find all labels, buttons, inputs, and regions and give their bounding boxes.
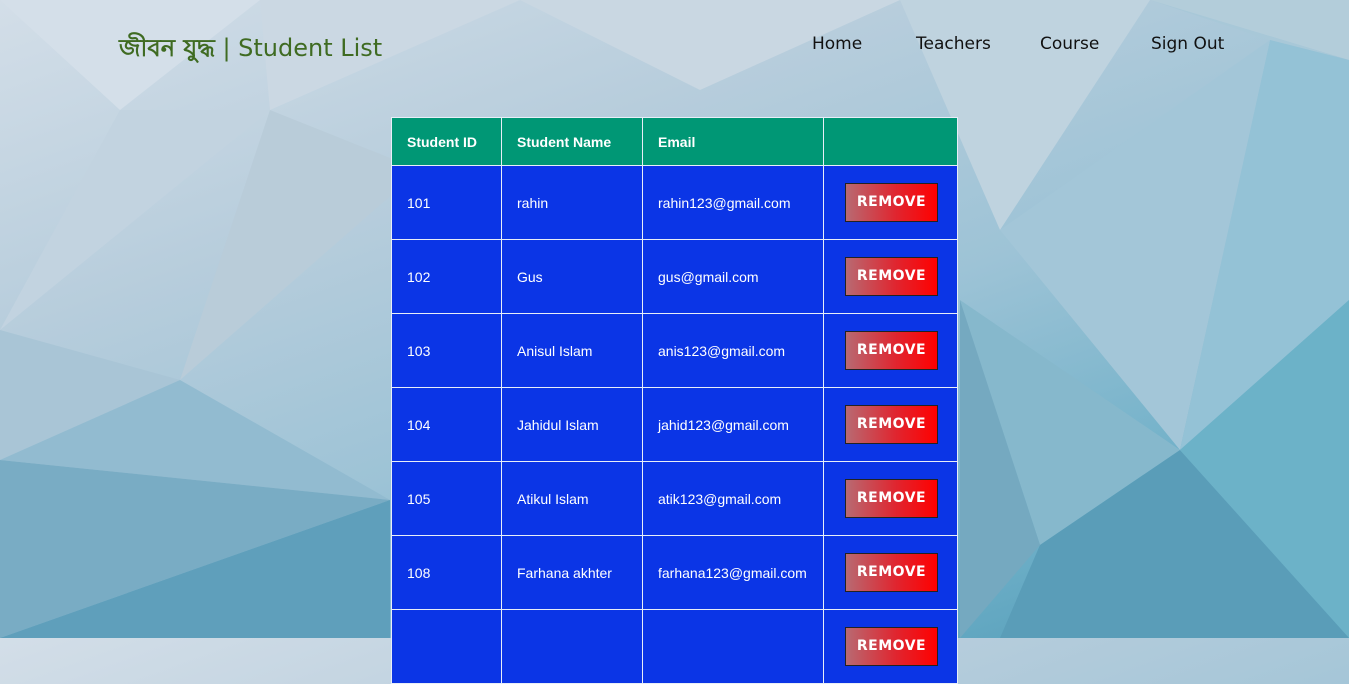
- remove-button[interactable]: REMOVE: [845, 553, 938, 592]
- student-name-cell: Farhana akhter: [501, 535, 643, 610]
- remove-button[interactable]: REMOVE: [845, 627, 938, 666]
- action-cell: REMOVE: [823, 165, 958, 240]
- student-email-cell: gus@gmail.com: [642, 239, 824, 314]
- table-row: 108 Farhana akhter farhana123@gmail.com …: [391, 535, 958, 610]
- student-name-cell: Jahidul Islam: [501, 387, 643, 462]
- nav-teachers-link[interactable]: Teachers: [916, 34, 991, 54]
- remove-button[interactable]: REMOVE: [845, 183, 938, 222]
- remove-button[interactable]: REMOVE: [845, 405, 938, 444]
- column-header-actions: [823, 117, 958, 166]
- student-id-cell: 103: [391, 313, 502, 388]
- action-cell: REMOVE: [823, 387, 958, 462]
- column-header-student-id: Student ID: [391, 117, 502, 166]
- remove-button[interactable]: REMOVE: [845, 331, 938, 370]
- action-cell: REMOVE: [823, 609, 958, 684]
- page-header: জীবন যুদ্ধ | Student List Home Teachers …: [0, 0, 1349, 90]
- student-id-cell: 105: [391, 461, 502, 536]
- top-nav: Home Teachers Course Sign Out: [0, 34, 1349, 58]
- nav-signout-link[interactable]: Sign Out: [1151, 34, 1224, 54]
- student-id-cell: 108: [391, 535, 502, 610]
- table-row: 102 Gus gus@gmail.com REMOVE: [391, 239, 958, 314]
- nav-course-link[interactable]: Course: [1040, 34, 1099, 54]
- student-email-cell: anis123@gmail.com: [642, 313, 824, 388]
- action-cell: REMOVE: [823, 239, 958, 314]
- table-row: 105 Atikul Islam atik123@gmail.com REMOV…: [391, 461, 958, 536]
- table-row: REMOVE: [391, 609, 958, 684]
- remove-button[interactable]: REMOVE: [845, 257, 938, 296]
- student-email-cell: atik123@gmail.com: [642, 461, 824, 536]
- table-row: 101 rahin rahin123@gmail.com REMOVE: [391, 165, 958, 240]
- student-id-cell: 104: [391, 387, 502, 462]
- table-header-row: Student ID Student Name Email: [391, 117, 958, 166]
- column-header-student-name: Student Name: [501, 117, 643, 166]
- student-id-cell: 101: [391, 165, 502, 240]
- nav-home-link[interactable]: Home: [812, 34, 862, 54]
- student-email-cell: rahin123@gmail.com: [642, 165, 824, 240]
- student-table: Student ID Student Name Email 101 rahin …: [391, 117, 958, 684]
- student-email-cell: farhana123@gmail.com: [642, 535, 824, 610]
- student-id-cell: 102: [391, 239, 502, 314]
- student-name-cell: Anisul Islam: [501, 313, 643, 388]
- action-cell: REMOVE: [823, 313, 958, 388]
- student-name-cell: Gus: [501, 239, 643, 314]
- remove-button[interactable]: REMOVE: [845, 479, 938, 518]
- column-header-email: Email: [642, 117, 824, 166]
- student-id-cell: [391, 609, 502, 684]
- student-name-cell: [501, 609, 643, 684]
- student-table-container: Student ID Student Name Email 101 rahin …: [391, 117, 958, 684]
- action-cell: REMOVE: [823, 535, 958, 610]
- student-email-cell: [642, 609, 824, 684]
- student-name-cell: rahin: [501, 165, 643, 240]
- student-name-cell: Atikul Islam: [501, 461, 643, 536]
- table-row: 103 Anisul Islam anis123@gmail.com REMOV…: [391, 313, 958, 388]
- student-email-cell: jahid123@gmail.com: [642, 387, 824, 462]
- action-cell: REMOVE: [823, 461, 958, 536]
- table-row: 104 Jahidul Islam jahid123@gmail.com REM…: [391, 387, 958, 462]
